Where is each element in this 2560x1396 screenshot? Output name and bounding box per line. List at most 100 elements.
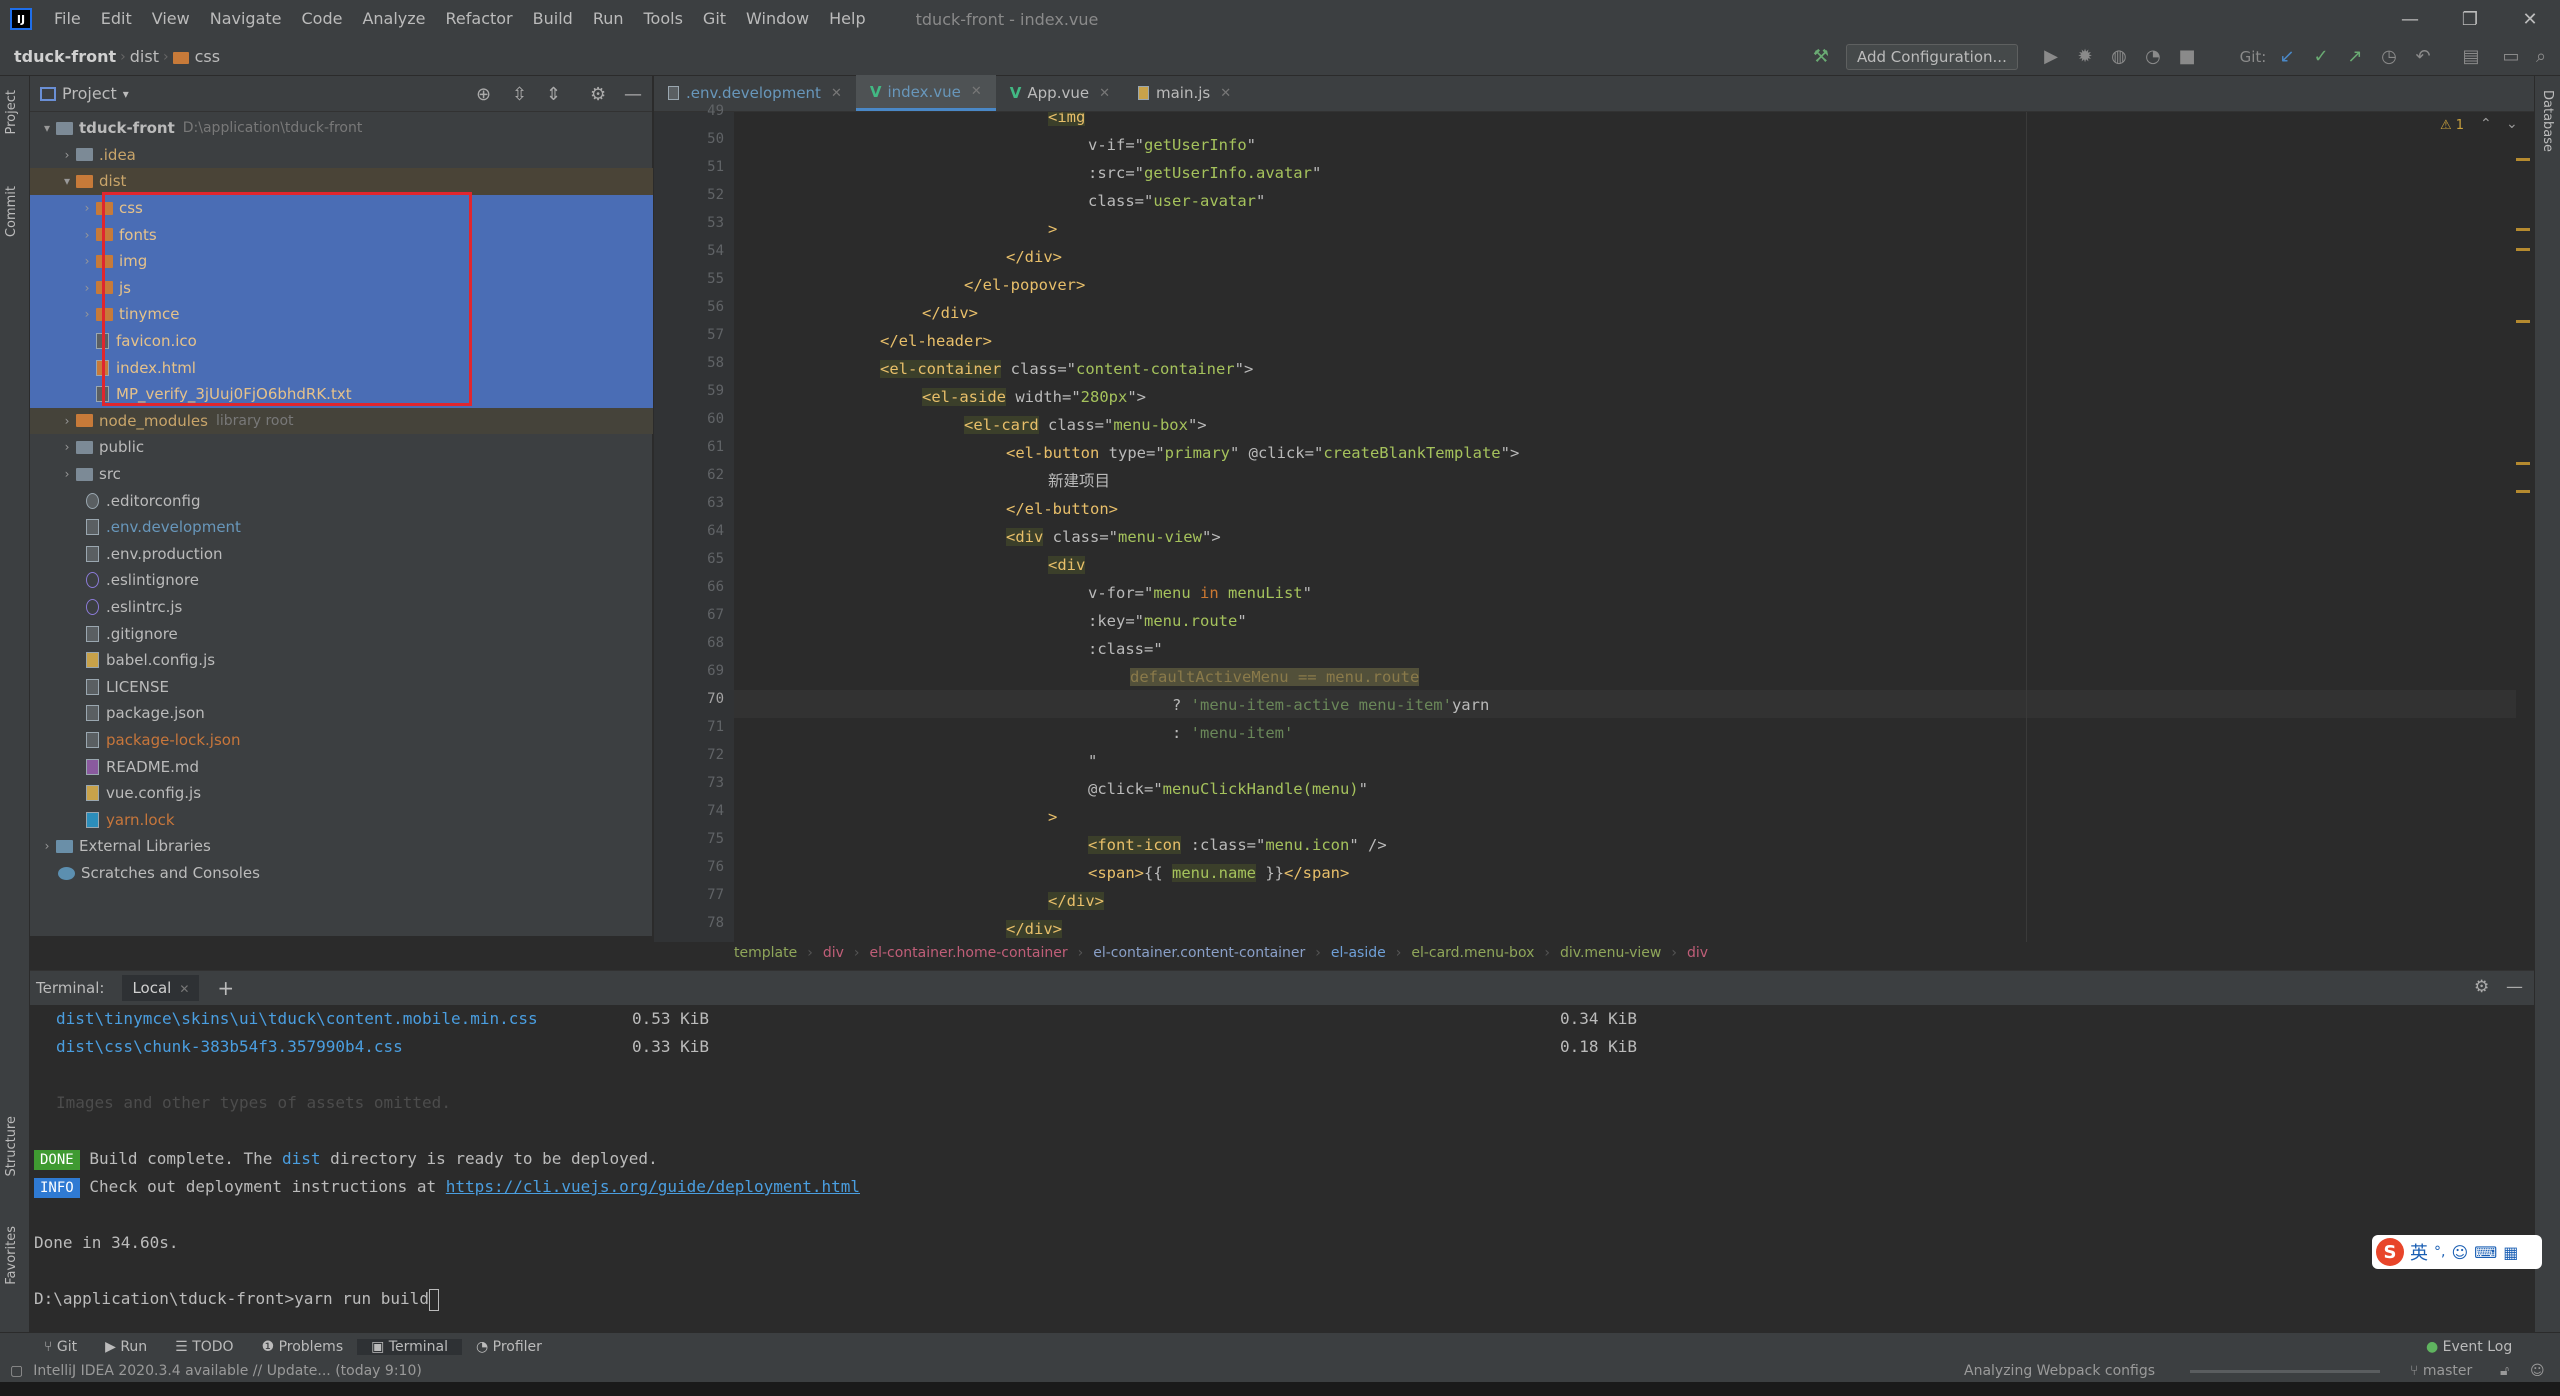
background-task-label[interactable]: Analyzing Webpack configs <box>1964 1363 2155 1379</box>
coverage-icon[interactable]: ◍ <box>2108 46 2130 68</box>
chevron-right-icon[interactable]: › <box>78 307 96 321</box>
tool-tab-profiler[interactable]: ◔ Profiler <box>462 1339 556 1355</box>
crumb-content-container[interactable]: el-container.content-container <box>1093 945 1305 961</box>
menu-navigate[interactable]: Navigate <box>200 0 292 38</box>
tree-item-idea[interactable]: › .idea <box>30 142 653 169</box>
ime-toolbar[interactable]: S 英 °, ☺ ⌨ ▦ <box>2372 1235 2542 1269</box>
menu-tools[interactable]: Tools <box>634 0 693 38</box>
warning-icon[interactable]: ⚠ 1 <box>2440 118 2464 133</box>
chevron-right-icon[interactable]: › <box>38 839 56 853</box>
git-update-icon[interactable]: ↙ <box>2276 46 2298 68</box>
search-everywhere-icon[interactable]: ⌕ <box>2530 46 2552 68</box>
lock-icon[interactable]: 🔓︎ <box>2500 1363 2509 1379</box>
ime-language-toggle[interactable]: 英 <box>2410 1239 2428 1265</box>
chevron-down-icon[interactable]: ▾ <box>38 121 56 135</box>
menu-help[interactable]: Help <box>819 0 875 38</box>
chevron-right-icon[interactable]: › <box>78 201 96 215</box>
build-hammer-icon[interactable]: ⚒ <box>1810 46 1832 68</box>
menu-window[interactable]: Window <box>736 0 819 38</box>
tree-item-yarn-lock[interactable]: yarn.lock <box>30 807 653 834</box>
maximize-button[interactable]: ❐ <box>2440 0 2500 38</box>
expand-all-icon[interactable]: ⇳ <box>512 84 527 105</box>
chevron-right-icon[interactable]: › <box>58 148 76 162</box>
chevron-right-icon[interactable]: › <box>58 414 76 428</box>
git-branch-widget[interactable]: ⑂ master <box>2410 1363 2472 1379</box>
database-tool-tab[interactable]: Database <box>2540 90 2555 152</box>
close-icon[interactable]: ✕ <box>1099 86 1110 101</box>
close-icon[interactable]: ✕ <box>1220 86 1231 101</box>
tree-item-node-modules[interactable]: › node_modules library root <box>30 407 653 435</box>
tree-item-env-production[interactable]: .env.production <box>30 541 653 568</box>
close-icon[interactable]: ✕ <box>831 86 842 101</box>
menu-view[interactable]: View <box>142 0 200 38</box>
chevron-right-icon[interactable]: › <box>78 281 96 295</box>
tool-tab-problems[interactable]: ❶ Problems <box>248 1339 358 1355</box>
chevron-down-icon[interactable]: ▾ <box>123 87 129 101</box>
breadcrumb-dist[interactable]: dist <box>126 47 163 66</box>
tool-tab-run[interactable]: ▶ Run <box>91 1339 161 1355</box>
chevron-right-icon[interactable]: › <box>78 228 96 242</box>
tree-item-package-json[interactable]: package.json <box>30 700 653 727</box>
tool-tab-terminal[interactable]: ▣ Terminal <box>357 1338 462 1355</box>
crumb-home-container[interactable]: el-container.home-container <box>869 945 1067 961</box>
rollback-icon[interactable]: ↶ <box>2412 46 2434 68</box>
menu-run[interactable]: Run <box>583 0 634 38</box>
add-configuration-button[interactable]: Add Configuration... <box>1846 44 2018 70</box>
debug-icon[interactable]: ✹ <box>2074 46 2096 68</box>
tree-item-gitignore[interactable]: .gitignore <box>30 620 653 647</box>
project-structure-icon[interactable]: ▤ <box>2460 46 2482 68</box>
tab-main-js[interactable]: main.js ✕ <box>1124 75 1245 111</box>
tree-item-scratches[interactable]: Scratches and Consoles <box>30 860 653 887</box>
breadcrumb-css[interactable]: css <box>169 47 224 66</box>
chevron-right-icon[interactable]: › <box>58 467 76 481</box>
project-tool-tab[interactable]: Project <box>4 90 19 134</box>
crumb-el-aside[interactable]: el-aside <box>1331 945 1386 961</box>
deployment-link[interactable]: https://cli.vuejs.org/guide/deployment.h… <box>446 1177 860 1196</box>
chevron-down-icon[interactable]: ▾ <box>58 174 76 188</box>
memory-indicator-icon[interactable]: ☺ <box>2530 1363 2545 1379</box>
stop-icon[interactable]: ■ <box>2176 46 2198 68</box>
tree-item-env-development[interactable]: .env.development <box>30 514 653 541</box>
crumb-menu-box[interactable]: el-card.menu-box <box>1411 945 1534 961</box>
tree-item-project-root[interactable]: ▾ tduck-front D:\application\tduck-front <box>30 115 653 142</box>
run-icon[interactable]: ▶ <box>2040 46 2062 68</box>
status-toggle-icon[interactable]: ▢ <box>10 1363 23 1379</box>
tree-item-eslintrc[interactable]: .eslintrc.js <box>30 594 653 621</box>
favorites-tool-tab[interactable]: Favorites <box>4 1226 19 1285</box>
tree-item-babel-config[interactable]: babel.config.js <box>30 647 653 674</box>
menu-analyze[interactable]: Analyze <box>352 0 435 38</box>
crumb-div-inner[interactable]: div <box>1687 945 1708 961</box>
tree-item-external-libraries[interactable]: › External Libraries <box>30 833 653 860</box>
event-log-button[interactable]: ● Event Log <box>2426 1339 2512 1355</box>
gear-icon[interactable]: ⚙ <box>590 84 606 105</box>
previous-highlight-icon[interactable]: ⌃ <box>2480 116 2492 132</box>
tree-item-package-lock[interactable]: package-lock.json <box>30 727 653 754</box>
chevron-right-icon[interactable]: › <box>78 254 96 268</box>
close-icon[interactable]: ✕ <box>179 982 189 996</box>
profile-icon[interactable]: ◔ <box>2142 46 2164 68</box>
minimize-button[interactable]: — <box>2380 0 2440 38</box>
menu-code[interactable]: Code <box>292 0 353 38</box>
layout-icon[interactable]: ▭ <box>2500 46 2522 68</box>
close-icon[interactable]: ✕ <box>971 84 982 99</box>
keyboard-icon[interactable]: ⌨ <box>2474 1243 2497 1262</box>
tree-item-dist[interactable]: ▾ dist <box>30 168 653 195</box>
menu-edit[interactable]: Edit <box>91 0 142 38</box>
tree-item-public[interactable]: › public <box>30 434 653 461</box>
collapse-all-icon[interactable]: ⇕ <box>546 84 561 105</box>
crumb-template[interactable]: template <box>734 945 797 961</box>
git-push-icon[interactable]: ↗ <box>2344 46 2366 68</box>
chevron-right-icon[interactable]: › <box>58 440 76 454</box>
close-window-button[interactable]: ✕ <box>2500 0 2560 38</box>
code-editor[interactable]: <img v-if="getUserInfo" :src="getUserInf… <box>734 112 2534 942</box>
gear-icon[interactable]: ⚙ <box>2474 977 2489 997</box>
new-terminal-icon[interactable]: + <box>217 976 234 1000</box>
hide-panel-icon[interactable]: — <box>2506 977 2523 997</box>
menu-build[interactable]: Build <box>523 0 583 38</box>
tab-index-vue[interactable]: V index.vue ✕ <box>855 75 996 111</box>
crumb-menu-view[interactable]: div.menu-view <box>1560 945 1661 961</box>
tree-item-vue-config[interactable]: vue.config.js <box>30 780 653 807</box>
crumb-div[interactable]: div <box>823 945 844 961</box>
tree-item-license[interactable]: LICENSE <box>30 674 653 701</box>
tab-app-vue[interactable]: V App.vue ✕ <box>996 75 1124 111</box>
